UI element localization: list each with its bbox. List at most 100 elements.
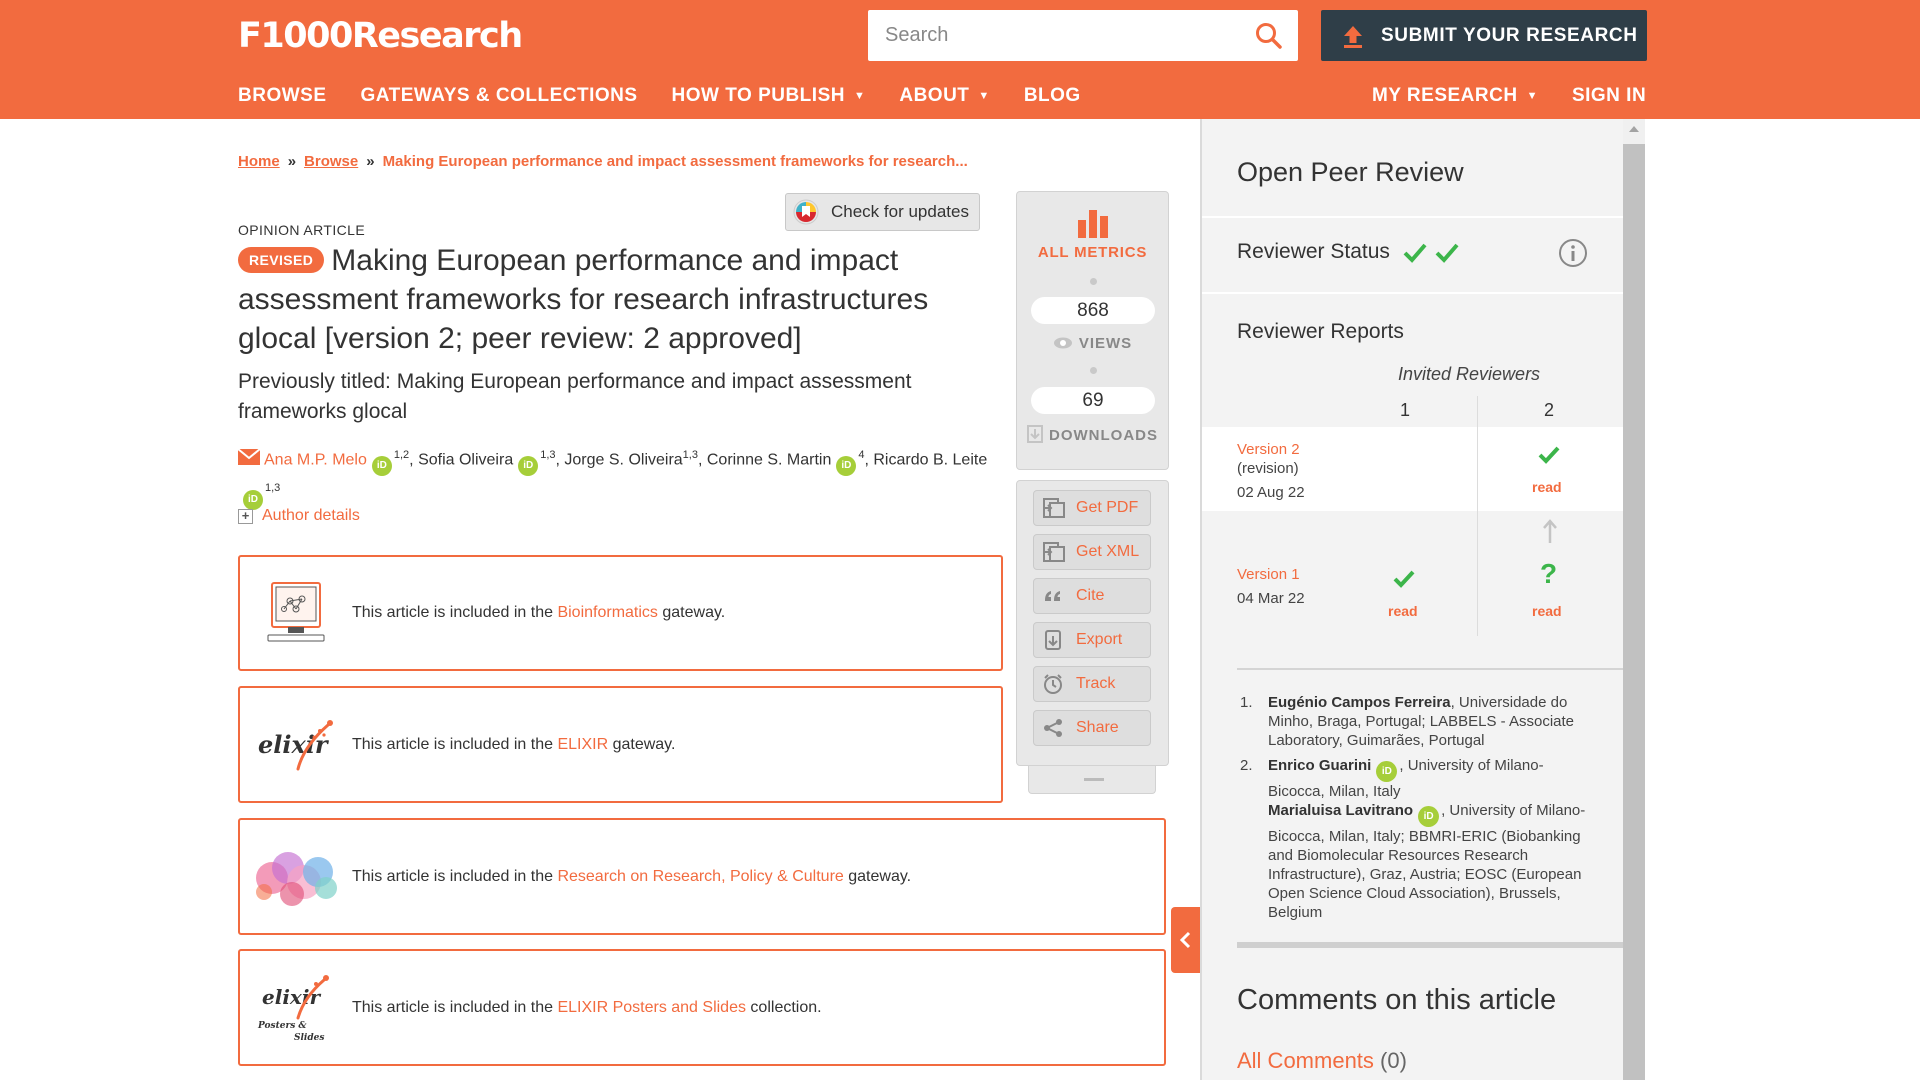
reviewers-divider bbox=[1237, 668, 1623, 670]
cite-button[interactable]: Cite bbox=[1033, 578, 1151, 614]
author-name: Jorge S. Oliveira bbox=[564, 451, 683, 469]
version-2-date: 02 Aug 22 bbox=[1237, 484, 1305, 501]
open-peer-review-title: Open Peer Review bbox=[1237, 157, 1464, 187]
author-affiliation: 1,3 bbox=[540, 449, 556, 461]
reviewer-list: 1. Eugénio Campos Ferreira, Universidade … bbox=[1240, 693, 1600, 928]
submit-research-button[interactable]: SUBMIT YOUR RESEARCH bbox=[1321, 10, 1647, 61]
views-label-row: VIEWS bbox=[1017, 335, 1168, 352]
panel-scrollbar[interactable] bbox=[1623, 119, 1645, 1080]
orcid-icon[interactable]: iD bbox=[1418, 806, 1440, 827]
get-xml-button[interactable]: Get XML bbox=[1033, 534, 1151, 570]
mail-icon[interactable] bbox=[238, 449, 260, 466]
elixir-logo[interactable]: elixir bbox=[240, 713, 352, 777]
site-logo[interactable]: F1000Research bbox=[238, 16, 523, 56]
track-button[interactable]: Track bbox=[1033, 666, 1151, 702]
approved-reservations-icon: ? bbox=[1540, 558, 1558, 589]
nav-blog[interactable]: BLOG bbox=[1024, 84, 1081, 108]
nav-my-research[interactable]: MY RESEARCH ▼ bbox=[1372, 84, 1538, 108]
get-xml-label: Get XML bbox=[1076, 543, 1140, 560]
reviewer-reports-title: Reviewer Reports bbox=[1237, 320, 1404, 343]
version-1-link[interactable]: Version 1 bbox=[1237, 566, 1300, 583]
download-icon bbox=[1027, 425, 1043, 443]
gateway-link-research-on-research[interactable]: Research on Research, Policy & Culture bbox=[557, 868, 843, 885]
export-icon bbox=[1045, 630, 1061, 650]
author-details-label: Author details bbox=[262, 507, 360, 524]
computer-network-icon bbox=[267, 582, 325, 642]
info-icon[interactable] bbox=[1558, 238, 1588, 268]
check-updates-button[interactable]: Check for updates bbox=[785, 193, 980, 231]
panel-toggle-button[interactable] bbox=[1171, 907, 1200, 973]
nav-browse[interactable]: BROWSE bbox=[238, 84, 327, 108]
breadcrumb-current[interactable]: Making European performance and impact a… bbox=[383, 153, 968, 170]
nav-how-to-publish[interactable]: HOW TO PUBLISH ▼ bbox=[672, 84, 866, 108]
gateway-link-bioinformatics[interactable]: Bioinformatics bbox=[557, 604, 657, 621]
comments-divider bbox=[1237, 942, 1623, 948]
nav-sign-in-label: SIGN IN bbox=[1571, 85, 1647, 106]
breadcrumb-home[interactable]: Home bbox=[238, 153, 280, 170]
orcid-icon[interactable]: iD bbox=[518, 456, 539, 477]
orcid-icon[interactable]: iD bbox=[371, 456, 392, 477]
author-details-toggle[interactable]: + Author details bbox=[238, 507, 360, 525]
gateway-prefix: This article is included in the bbox=[352, 735, 558, 753]
gateway-suffix: collection. bbox=[745, 998, 822, 1016]
author-name[interactable]: Ana M.P. Melo bbox=[264, 451, 367, 468]
breadcrumb-browse[interactable]: Browse bbox=[304, 153, 358, 170]
colorful-cloud-icon bbox=[256, 851, 337, 906]
orcid-icon[interactable]: iD bbox=[836, 456, 857, 477]
arrow-up-icon bbox=[1543, 519, 1557, 543]
all-metrics-link[interactable]: ALL METRICS bbox=[1017, 244, 1168, 261]
read-report-link[interactable]: read bbox=[1388, 603, 1418, 619]
plus-icon: + bbox=[238, 508, 253, 524]
pdf-icon bbox=[1043, 498, 1065, 518]
comment-count: (0) bbox=[1380, 1048, 1407, 1073]
user-nav: MY RESEARCH ▼ SIGN IN bbox=[1372, 84, 1646, 108]
version-2-link[interactable]: Version 2 bbox=[1237, 441, 1300, 458]
breadcrumb-separator: » bbox=[366, 153, 375, 170]
author-name: Ricardo B. Leite bbox=[873, 451, 988, 469]
reviewer-name: Eugénio Campos Ferreira bbox=[1268, 694, 1451, 711]
approved-check-icon bbox=[1393, 570, 1415, 588]
nav-about[interactable]: ABOUT ▼ bbox=[899, 84, 989, 108]
search-icon[interactable] bbox=[1254, 21, 1284, 51]
track-label: Track bbox=[1076, 675, 1116, 692]
scroll-up-icon[interactable] bbox=[1629, 126, 1639, 132]
elixir-posters-logo[interactable]: elixir Posters & Slides bbox=[240, 968, 352, 1048]
quote-icon bbox=[1045, 591, 1060, 601]
scrollbar-thumb[interactable] bbox=[1623, 144, 1645, 1080]
cite-label: Cite bbox=[1076, 587, 1105, 604]
research-on-research-logo[interactable] bbox=[240, 842, 352, 912]
share-button[interactable]: Share bbox=[1033, 710, 1151, 746]
gateway-link-elixir[interactable]: ELIXIR bbox=[557, 736, 608, 753]
get-pdf-label: Get PDF bbox=[1076, 499, 1139, 516]
read-report-link[interactable]: read bbox=[1532, 479, 1562, 495]
all-comments-link[interactable]: All Comments (0) bbox=[1237, 1048, 1407, 1074]
search-input[interactable] bbox=[885, 10, 1245, 61]
bar-chart-icon[interactable] bbox=[1076, 210, 1111, 238]
nav-gateways-label: GATEWAYS & COLLECTIONS bbox=[360, 85, 638, 106]
reviewer-column-divider bbox=[1477, 396, 1478, 636]
reviewer-column-2: 2 bbox=[1544, 400, 1555, 420]
nav-browse-label: BROWSE bbox=[238, 85, 327, 106]
read-report-link[interactable]: read bbox=[1532, 603, 1562, 619]
bioinformatics-logo[interactable] bbox=[240, 577, 352, 649]
gateway-suffix: gateway. bbox=[657, 604, 726, 621]
share-label: Share bbox=[1076, 719, 1119, 736]
nav-sign-in[interactable]: SIGN IN bbox=[1572, 84, 1646, 108]
reviewer-name: Enrico Guarini bbox=[1268, 757, 1372, 774]
author-affiliation: 1,2 bbox=[393, 449, 410, 461]
chevron-down-icon: ▼ bbox=[1526, 90, 1538, 102]
tools-collapse-tab[interactable] bbox=[1028, 766, 1156, 794]
gateway-link-elixir-posters[interactable]: ELIXIR Posters and Slides bbox=[557, 999, 746, 1016]
nav-my-research-label: MY RESEARCH bbox=[1372, 85, 1518, 106]
get-pdf-button[interactable]: Get PDF bbox=[1033, 490, 1151, 526]
orcid-icon[interactable]: iD bbox=[1376, 761, 1398, 782]
export-button[interactable]: Export bbox=[1033, 622, 1151, 658]
gateway-suffix: gateway. bbox=[843, 867, 912, 885]
nav-how-to-publish-label: HOW TO PUBLISH bbox=[671, 85, 845, 106]
elixir-wordmark: elixir bbox=[262, 985, 321, 1009]
nav-gateways[interactable]: GATEWAYS & COLLECTIONS bbox=[361, 84, 638, 108]
chevron-down-icon: ▼ bbox=[978, 90, 990, 102]
metrics-panel: ALL METRICS 868 VIEWS 69 DOWNLOADS bbox=[1016, 191, 1169, 470]
reviewer-item: 2. Enrico Guarini iD, University of Milano… bbox=[1240, 756, 1600, 922]
reviewer-number: 2. bbox=[1240, 757, 1253, 774]
